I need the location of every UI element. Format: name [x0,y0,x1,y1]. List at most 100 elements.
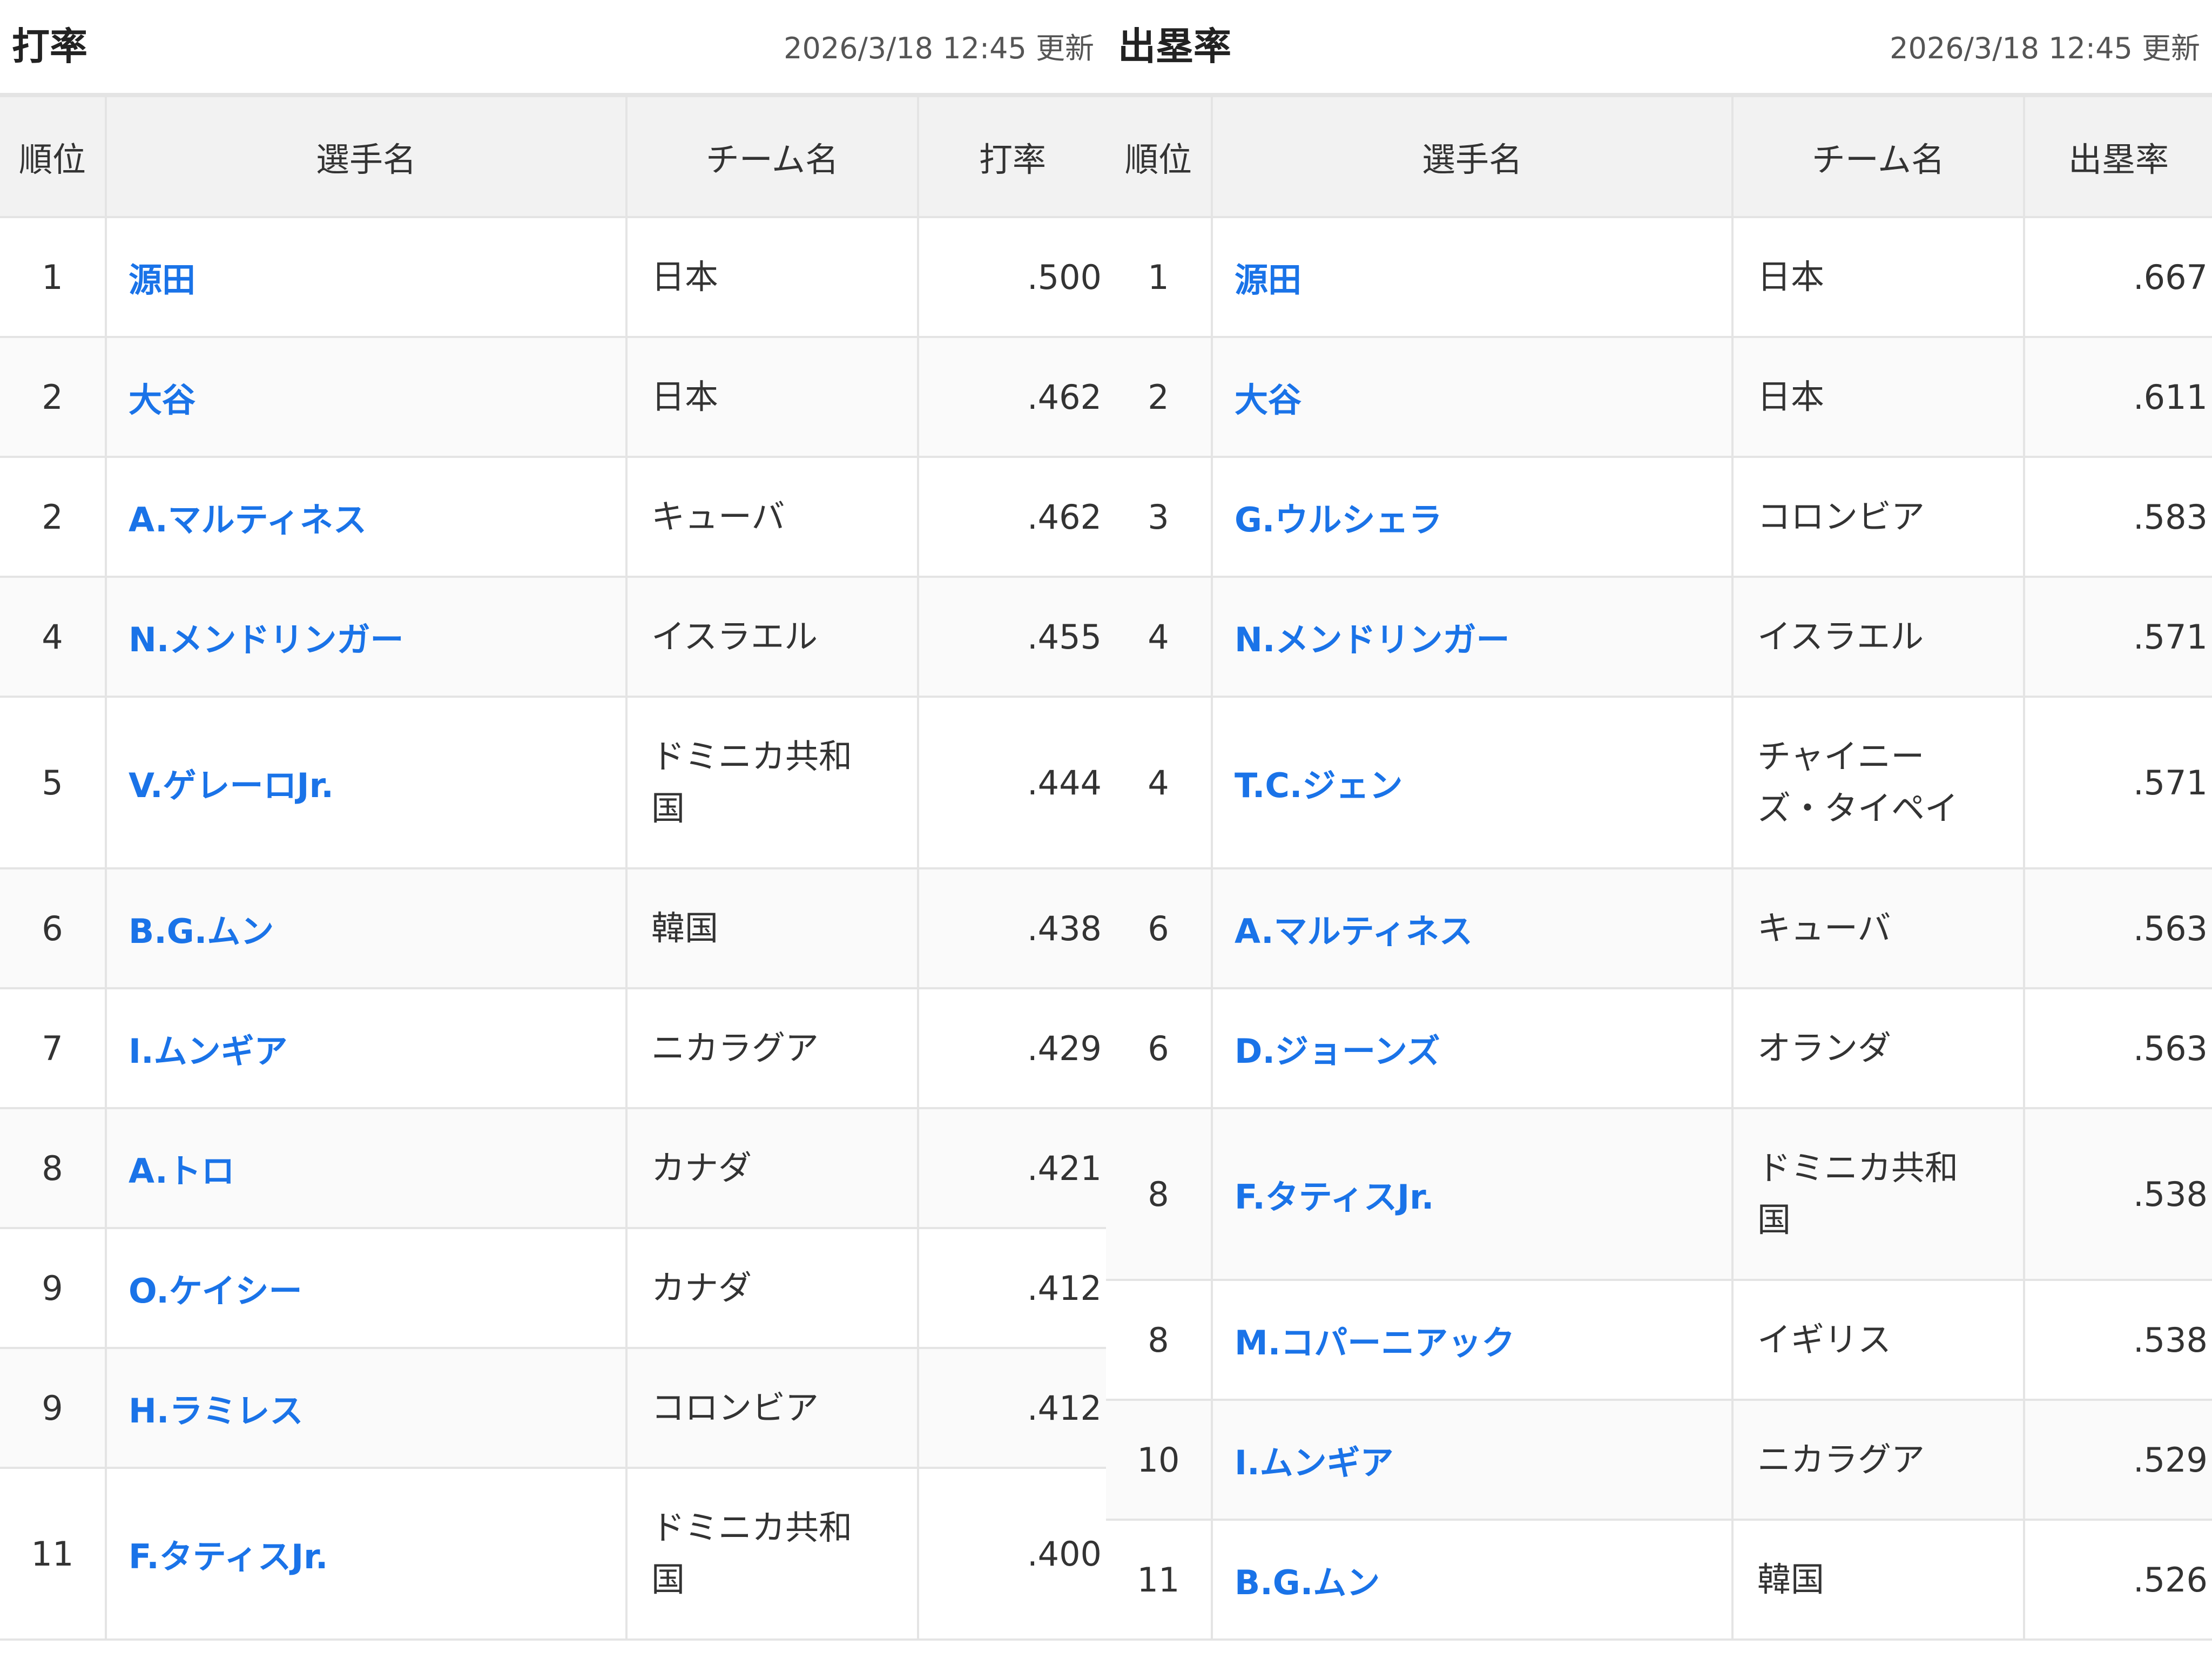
player-name-link[interactable]: B.G.ムン [1235,1563,1380,1602]
team-name: 日本 [1757,257,1825,296]
rank-cell: 2 [0,456,107,578]
team-name: イギリス [1757,1320,1892,1359]
team-cell: 日本 [625,216,919,338]
team-cell: 日本 [1731,336,2025,458]
table-row: 1 源田 日本 .667 [1106,216,2212,338]
player-name-link[interactable]: 源田 [129,260,195,300]
player-name-link[interactable]: 大谷 [129,380,195,420]
stat-value-cell: .563 [2023,987,2212,1109]
team-cell: 日本 [625,336,919,458]
player-name-link[interactable]: A.マルティネス [1235,912,1473,951]
rank-cell: 9 [0,1347,107,1469]
player-cell: A.マルティネス [105,456,628,578]
player-cell: 大谷 [1211,336,1734,458]
player-name-link[interactable]: O.ケイシー [129,1271,302,1311]
ranking-rows: 1 源田 日本 .667 2 大谷 日本 .611 3 G.ウルシェラ コロンビア .583 4 N.メン… [1106,216,2212,1641]
rank-cell: 11 [0,1467,107,1641]
rank-cell: 4 [1106,696,1213,869]
table-row: 9 H.ラミレス コロンビア .412 [0,1347,1106,1469]
ranking-rows: 1 源田 日本 .500 2 大谷 日本 .462 2 A.マルティネス キューバ .462 4 N.メン… [0,216,1106,1641]
column-header-team[interactable]: チーム名 [1731,95,2025,218]
stat-value-cell: .444 [917,696,1106,869]
rank-cell: 7 [0,987,107,1109]
team-name: 韓国 [1757,1560,1825,1599]
team-name: ニカラグア [1757,1440,1925,1479]
rank-cell: 5 [0,696,107,869]
rank-cell: 1 [0,216,107,338]
player-name-link[interactable]: M.コパーニアック [1235,1323,1515,1363]
player-name-link[interactable]: I.ムンギア [1235,1443,1394,1482]
rank-cell: 1 [1106,216,1213,338]
player-cell: B.G.ムン [1211,1519,1734,1641]
rank-cell: 10 [1106,1399,1213,1521]
team-name: イスラエル [651,617,818,656]
player-name-link[interactable]: N.メンドリンガー [129,620,403,659]
player-name-link[interactable]: 大谷 [1235,380,1301,420]
stat-value-cell: .462 [917,456,1106,578]
stat-value-cell: .455 [917,576,1106,698]
team-name: ニカラグア [651,1028,819,1068]
table-row: 7 I.ムンギア ニカラグア .429 [0,987,1106,1109]
player-name-link[interactable]: B.G.ムン [129,912,274,951]
team-cell: チャイニー ズ・タイペイ [1731,696,2025,869]
player-name-link[interactable]: N.メンドリンガー [1235,620,1509,659]
player-name-link[interactable]: G.ウルシェラ [1235,500,1442,539]
ranking-table: 順位 選手名 チーム名 出塁率 1 源田 日本 .667 2 大谷 日本 .611 3 G.ウルシ… [1106,95,2212,1641]
player-name-link[interactable]: T.C.ジェン [1235,766,1402,805]
column-header-player[interactable]: 選手名 [105,95,628,218]
player-name-link[interactable]: V.ゲレーロJr. [129,766,334,805]
team-cell: オランダ [1731,987,2025,1109]
team-cell: コロンビア [1731,456,2025,578]
column-header-rank[interactable]: 順位 [0,95,107,218]
stat-value-cell: .667 [2023,216,2212,338]
stat-value-cell: .412 [917,1347,1106,1469]
table-row: 11 B.G.ムン 韓国 .526 [1106,1519,2212,1641]
player-name-link[interactable]: F.タティスJr. [129,1537,328,1576]
team-cell: 日本 [1731,216,2025,338]
player-name-link[interactable]: A.トロ [129,1151,235,1191]
player-name-link[interactable]: D.ジョーンズ [1235,1031,1440,1071]
stat-value-cell: .500 [917,216,1106,338]
column-header-stat[interactable]: 出塁率 [2023,95,2212,218]
table-row: 2 大谷 日本 .611 [1106,336,2212,458]
player-name-link[interactable]: F.タティスJr. [1235,1177,1434,1217]
table-header-row: 順位 選手名 チーム名 打率 [0,95,1106,218]
player-cell: 源田 [1211,216,1734,338]
column-header-team[interactable]: チーム名 [625,95,919,218]
team-name: キューバ [651,497,785,536]
table-row: 6 A.マルティネス キューバ .563 [1106,867,2212,989]
team-name: 日本 [1757,377,1825,416]
player-name-link[interactable]: A.マルティネス [129,500,367,539]
stat-value-cell: .421 [917,1107,1106,1229]
team-name: コロンビア [651,1388,819,1427]
column-header-player[interactable]: 選手名 [1211,95,1734,218]
team-name: 日本 [651,377,719,416]
column-header-stat[interactable]: 打率 [917,95,1106,218]
team-name: イスラエル [1757,617,1924,656]
table-row: 9 O.ケイシー カナダ .412 [0,1227,1106,1349]
team-name: カナダ [651,1148,752,1188]
rank-cell: 6 [0,867,107,989]
player-cell: I.ムンギア [105,987,628,1109]
table-row: 11 F.タティスJr. ドミニカ共和国 .400 [0,1467,1106,1641]
player-cell: H.ラミレス [105,1347,628,1469]
team-cell: カナダ [625,1227,919,1349]
team-cell: イギリス [1731,1279,2025,1401]
stat-value-cell: .563 [2023,867,2212,989]
stat-value-cell: .462 [917,336,1106,458]
player-name-link[interactable]: 源田 [1235,260,1301,300]
updated-timestamp: 2026/3/18 12:45 更新 [1890,31,2200,65]
table-row: 2 大谷 日本 .462 [0,336,1106,458]
player-cell: A.マルティネス [1211,867,1734,989]
player-cell: M.コパーニアック [1211,1279,1734,1401]
player-name-link[interactable]: H.ラミレス [129,1391,303,1431]
player-cell: V.ゲレーロJr. [105,696,628,869]
column-header-rank[interactable]: 順位 [1106,95,1213,218]
team-cell: ドミニカ共和国 [1731,1107,2025,1281]
rank-cell: 9 [0,1227,107,1349]
player-cell: O.ケイシー [105,1227,628,1349]
screenshot-root: 打率 2026/3/18 12:45 更新 順位 選手名 チーム名 打率 1 源田… [0,0,2212,1659]
stat-value-cell: .538 [2023,1279,2212,1401]
player-name-link[interactable]: I.ムンギア [129,1031,288,1071]
rank-cell: 8 [0,1107,107,1229]
